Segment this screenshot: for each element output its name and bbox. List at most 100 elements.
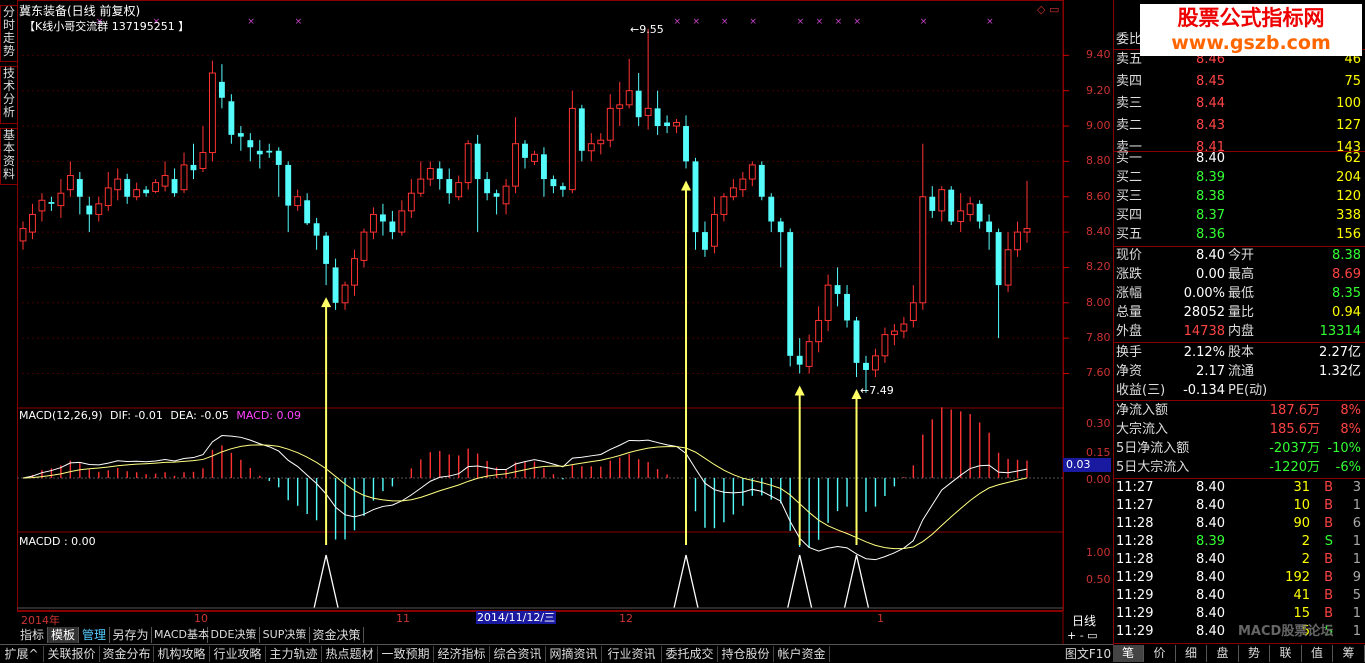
f10-button[interactable]: 图文F10 <box>1063 646 1113 662</box>
tab-sup-decision[interactable]: SUP决策 <box>260 627 310 643</box>
macd-dea: DEA: -0.05 <box>170 409 229 422</box>
detail-tab[interactable]: 联 <box>1271 645 1302 662</box>
detail-tab[interactable]: 细 <box>1176 645 1207 662</box>
bid-row[interactable]: 买二 8.39 204 <box>1113 169 1365 187</box>
candle-body-down <box>389 221 396 233</box>
bid-row[interactable]: 买四 8.37 338 <box>1113 207 1365 225</box>
tick-side: B <box>1324 498 1333 513</box>
bid-price: 8.36 <box>1196 227 1225 242</box>
toolbar-tab[interactable]: 机构攻略 <box>154 646 210 662</box>
tick-time: 11:27 <box>1116 480 1154 495</box>
macd-axis-000: 0.00 <box>1086 473 1111 486</box>
candle-body-up <box>502 185 510 205</box>
divider <box>1113 643 1365 644</box>
tab-fundamentals[interactable]: 基本资料 <box>0 128 18 185</box>
bid-row[interactable]: 买三 8.38 120 <box>1113 188 1365 206</box>
period-label[interactable]: 日线 <box>1072 612 1096 629</box>
bid-label: 买一 <box>1116 151 1143 166</box>
signal-marker: × <box>835 17 843 27</box>
detail-tab[interactable]: 笔 <box>1113 645 1144 662</box>
bid-price: 8.38 <box>1196 189 1225 204</box>
tab-manage[interactable]: 管理 <box>79 627 110 643</box>
tick-price: 8.40 <box>1196 588 1225 603</box>
macd-legend: MACD(12,26,9) DIF: -0.01 DEA: -0.05 MACD… <box>19 409 301 422</box>
candle-body-down <box>796 355 803 365</box>
signal-marker: × <box>920 17 928 27</box>
tab-technical-analysis[interactable]: 技术分析 <box>0 66 18 124</box>
candle-body-up <box>938 189 946 212</box>
flow-label: 净流入额 <box>1116 403 1169 418</box>
candle-body-up <box>512 143 519 187</box>
tick-count: 6 <box>1352 516 1361 531</box>
bid-row[interactable]: 买一 8.40 62 <box>1113 150 1365 168</box>
diamond-icon[interactable]: ◇ ▭ <box>1037 3 1059 16</box>
quote-value: 2.27亿 <box>1319 345 1361 360</box>
price-axis-label: 8.40 <box>1086 225 1111 239</box>
tab-time-share[interactable]: 分时走势 <box>0 5 18 62</box>
price-axis-label: 9.00 <box>1086 119 1111 133</box>
bid-row[interactable]: 买五 8.36 156 <box>1113 226 1365 244</box>
candle-body-down <box>171 179 178 194</box>
bid-volume: 120 <box>1336 189 1361 204</box>
toolbar-tab[interactable]: 帐户资金 <box>774 646 830 662</box>
toolbar-tab[interactable]: 行业攻略 <box>210 646 266 662</box>
toolbar-tab[interactable]: 扩展^ <box>0 646 44 662</box>
tick-count: 1 <box>1352 624 1361 639</box>
toolbar-tab[interactable]: 一致预期 <box>378 646 434 662</box>
detail-tab[interactable]: 盘 <box>1208 645 1239 662</box>
quote-value: 2.17 <box>1196 364 1225 379</box>
ask-price: 8.45 <box>1196 74 1225 89</box>
toolbar-tab[interactable]: 经济指标 <box>434 646 490 662</box>
toolbar-tab[interactable]: 主力轨迹 <box>266 646 322 662</box>
quote-value: 8.40 <box>1196 248 1225 263</box>
zoom-buttons[interactable]: + - ▭ <box>1067 629 1098 642</box>
toolbar-tab[interactable]: 行业资讯 <box>602 646 662 662</box>
flow-label: 5日净流入额 <box>1116 441 1190 456</box>
time-label-10: 10 <box>194 612 208 625</box>
flow-pct: -10% <box>1327 441 1361 456</box>
toolbar-tab[interactable]: 资金分布 <box>100 646 154 662</box>
tab-indicator[interactable]: 指标 <box>17 627 48 643</box>
macd-axis-030: 0.30 <box>1086 417 1111 430</box>
toolbar-tab[interactable]: 热点题材 <box>322 646 378 662</box>
candle-body-down <box>256 150 263 155</box>
bid-price: 8.39 <box>1196 170 1225 185</box>
candle-body-up <box>370 213 377 233</box>
detail-tab[interactable]: 值 <box>1302 645 1333 662</box>
ask-row[interactable]: 卖四 8.45 75 <box>1113 73 1365 91</box>
candle-body-down <box>550 179 557 187</box>
tab-save-as[interactable]: 另存为 <box>110 627 152 643</box>
ask-row[interactable]: 卖三 8.44 100 <box>1113 95 1365 113</box>
tick-volume: 31 <box>1293 480 1310 495</box>
candle-body-up <box>351 258 358 286</box>
toolbar-tab[interactable]: 网摘资讯 <box>546 646 602 662</box>
detail-tab[interactable]: 筹 <box>1334 645 1365 662</box>
tick-volume: 2 <box>1301 534 1310 549</box>
toolbar-tab[interactable]: 委托成交 <box>662 646 718 662</box>
tick-price: 8.39 <box>1196 534 1225 549</box>
detail-tab[interactable]: 价 <box>1145 645 1176 662</box>
candle-body-up <box>890 330 898 336</box>
group-label: 【K线小哥交流群 137195251 】 <box>24 20 190 33</box>
toolbar-tab[interactable]: 持仓股份 <box>718 646 774 662</box>
candle-body-up <box>1014 231 1021 251</box>
flow-value: -1220万 <box>1269 460 1320 475</box>
ask-row[interactable]: 卖二 8.43 127 <box>1113 117 1365 135</box>
detail-tab[interactable]: 势 <box>1239 645 1270 662</box>
candle-body-down <box>266 150 273 153</box>
kline-chart[interactable]: × × × × × × × × × × × × × × <box>17 0 1113 645</box>
candle-body-down <box>190 164 197 171</box>
tick-time: 11:28 <box>1116 516 1154 531</box>
toolbar-tab[interactable]: 综合资讯 <box>490 646 546 662</box>
candle-body-down <box>228 101 235 135</box>
bid-volume: 204 <box>1336 170 1361 185</box>
price-axis-label: 8.00 <box>1086 295 1111 309</box>
toolbar-tab[interactable]: 关联报价 <box>44 646 100 662</box>
tab-macd-basic[interactable]: MACD基本 <box>152 627 209 643</box>
bid-volume: 62 <box>1344 151 1361 166</box>
tab-fund-decision[interactable]: 资金决策 <box>310 627 364 643</box>
tab-template[interactable]: 模板 <box>48 627 79 643</box>
macd-dif: DIF: -0.01 <box>110 409 163 422</box>
tab-dde-decision[interactable]: DDE决策 <box>208 627 260 643</box>
tick-count: 1 <box>1352 606 1361 621</box>
